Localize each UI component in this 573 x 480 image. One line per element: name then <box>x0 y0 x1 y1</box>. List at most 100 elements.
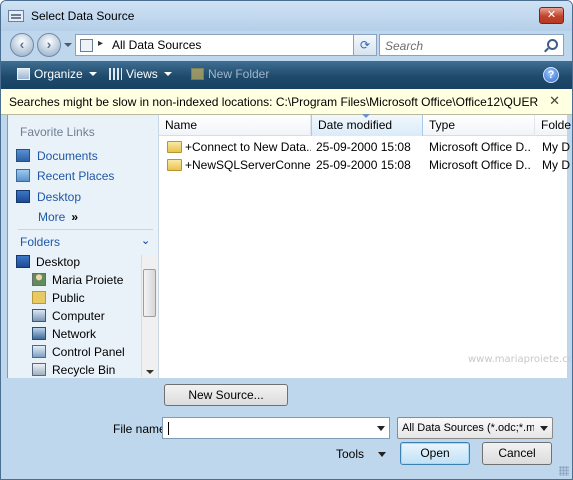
double-chevron-icon: » <box>71 210 79 224</box>
back-button[interactable]: ‹ <box>10 33 34 57</box>
breadcrumb-separator-icon[interactable]: ▸ <box>98 38 103 49</box>
new-folder-icon <box>191 68 204 80</box>
select-data-source-dialog: Select Data Source ✕ ‹ › ▸ All Data Sour… <box>0 0 573 480</box>
file-name-cell[interactable]: +Connect to New Data... <box>167 140 311 154</box>
recent-places-icon <box>16 169 30 182</box>
organize-label: Organize <box>34 67 83 81</box>
resize-grip[interactable] <box>559 466 569 476</box>
folders-collapse-chevron-icon[interactable]: ⌄ <box>141 234 150 247</box>
column-header-folder[interactable]: Folde <box>535 115 572 136</box>
new-source-button[interactable]: New Source... <box>164 384 288 406</box>
cancel-button[interactable]: Cancel <box>482 442 552 465</box>
tree-item-label: Desktop <box>36 255 81 269</box>
tree-item-label: Recycle Bin <box>52 363 116 377</box>
tree-item-label: Computer <box>52 309 105 323</box>
file-type-cell: Microsoft Office D... <box>429 158 531 172</box>
folder-tree: Desktop Maria Proiete Public Computer Ne… <box>16 255 144 377</box>
window-title: Select Data Source <box>31 9 135 23</box>
tree-item-network[interactable]: Network <box>32 327 96 341</box>
search-icon[interactable] <box>547 39 558 50</box>
tree-item-label: Control Panel <box>52 345 125 359</box>
breadcrumb-all-data-sources[interactable]: All Data Sources <box>112 38 201 52</box>
views-button[interactable]: Views <box>109 67 172 81</box>
views-icon <box>109 68 122 80</box>
file-folder-cell: My D <box>542 140 570 154</box>
favorite-label: Desktop <box>37 190 82 204</box>
tree-item-desktop[interactable]: Desktop <box>16 255 80 269</box>
scroll-down-icon[interactable] <box>146 370 154 374</box>
forward-button[interactable]: › <box>37 33 61 57</box>
close-button[interactable]: ✕ <box>539 7 564 24</box>
more-label: More <box>38 210 66 224</box>
help-icon[interactable]: ? <box>543 67 559 83</box>
navigation-pane: Favorite Links Documents Recent Places D… <box>8 115 159 378</box>
new-folder-button[interactable]: New Folder <box>191 67 269 81</box>
filter-dropdown-icon[interactable] <box>540 426 548 431</box>
desktop-icon <box>16 190 30 203</box>
sort-indicator-icon <box>362 114 370 118</box>
column-header-name[interactable]: Name <box>159 115 311 136</box>
tools-menu-button[interactable]: Tools <box>336 447 364 461</box>
browser-content: Favorite Links Documents Recent Places D… <box>7 114 572 378</box>
file-name: +Connect to New Data... <box>185 140 311 154</box>
folder-icon <box>167 159 182 171</box>
new-folder-label: New Folder <box>208 67 270 81</box>
tree-item-label: Maria Proiete <box>52 273 124 287</box>
search-input[interactable]: Search <box>385 39 423 53</box>
file-name-dropdown-icon[interactable] <box>377 426 385 431</box>
file-type-cell: Microsoft Office D... <box>429 140 531 154</box>
info-bar-close-icon[interactable]: ✕ <box>549 93 560 109</box>
file-name-label: File name: <box>113 422 170 436</box>
folder-tree-scrollbar[interactable] <box>141 255 157 377</box>
computer-icon <box>32 309 46 322</box>
column-headers: Name Date modified Type Folde <box>159 114 571 136</box>
tree-item-recycle-bin[interactable]: Recycle Bin <box>32 363 115 377</box>
refresh-button[interactable]: ⟳ <box>353 34 377 56</box>
data-sources-icon <box>80 39 93 52</box>
text-cursor <box>168 422 169 435</box>
slow-search-info-bar[interactable]: Searches might be slow in non-indexed lo… <box>1 89 572 115</box>
favorite-links-heading: Favorite Links <box>20 125 95 139</box>
watermark-text: www.mariaproiete.com <box>468 354 573 365</box>
favorite-label: Recent Places <box>37 169 115 183</box>
file-date-cell: 25-09-2000 15:08 <box>316 140 411 154</box>
file-name-cell[interactable]: +NewSQLServerConne... <box>167 158 311 172</box>
file-type-filter-select[interactable]: All Data Sources (*.odc;*.mdb <box>397 417 553 439</box>
favorite-documents[interactable]: Documents <box>16 149 98 163</box>
favorite-recent-places[interactable]: Recent Places <box>16 169 114 183</box>
info-bar-message: Searches might be slow in non-indexed lo… <box>9 95 539 109</box>
organize-button[interactable]: Organize <box>17 67 97 81</box>
tree-item-label: Public <box>52 291 85 305</box>
recent-pages-dropdown-icon[interactable] <box>64 43 72 47</box>
search-box[interactable]: Search <box>379 34 564 56</box>
tree-item-maria-proiete[interactable]: Maria Proiete <box>32 273 123 287</box>
file-name-input[interactable] <box>162 417 390 439</box>
file-row[interactable]: +NewSQLServerConne... 25-09-2000 15:08 M… <box>159 156 570 174</box>
public-folder-icon <box>32 291 46 304</box>
organize-dropdown-icon <box>88 72 97 76</box>
column-header-type[interactable]: Type <box>423 115 535 136</box>
file-row[interactable]: +Connect to New Data... 25-09-2000 15:08… <box>159 138 570 156</box>
column-header-date-modified[interactable]: Date modified <box>311 115 423 136</box>
tree-item-control-panel[interactable]: Control Panel <box>32 345 125 359</box>
tree-item-public[interactable]: Public <box>32 291 85 305</box>
desktop-icon <box>16 255 30 268</box>
title-bar: Select Data Source ✕ <box>1 1 572 31</box>
address-bar[interactable]: ▸ All Data Sources <box>75 34 375 56</box>
favorite-desktop[interactable]: Desktop <box>16 190 81 204</box>
folders-heading[interactable]: Folders <box>20 235 60 249</box>
more-favorites-link[interactable]: More » <box>38 210 78 224</box>
tree-item-computer[interactable]: Computer <box>32 309 105 323</box>
control-panel-icon <box>32 345 46 358</box>
navigation-divider <box>18 229 153 230</box>
network-icon <box>32 327 46 340</box>
navigation-bar: ‹ › ▸ All Data Sources ⟳ Search <box>1 31 572 59</box>
open-button[interactable]: Open <box>400 442 470 465</box>
documents-icon <box>16 149 30 162</box>
file-date-cell: 25-09-2000 15:08 <box>316 158 411 172</box>
tree-item-label: Network <box>52 327 97 341</box>
tools-dropdown-icon[interactable] <box>378 452 386 457</box>
scrollbar-thumb[interactable] <box>143 269 156 317</box>
command-toolbar: Organize Views New Folder ? <box>1 61 572 89</box>
file-type-filter-value: All Data Sources (*.odc;*.mdb <box>402 422 534 434</box>
